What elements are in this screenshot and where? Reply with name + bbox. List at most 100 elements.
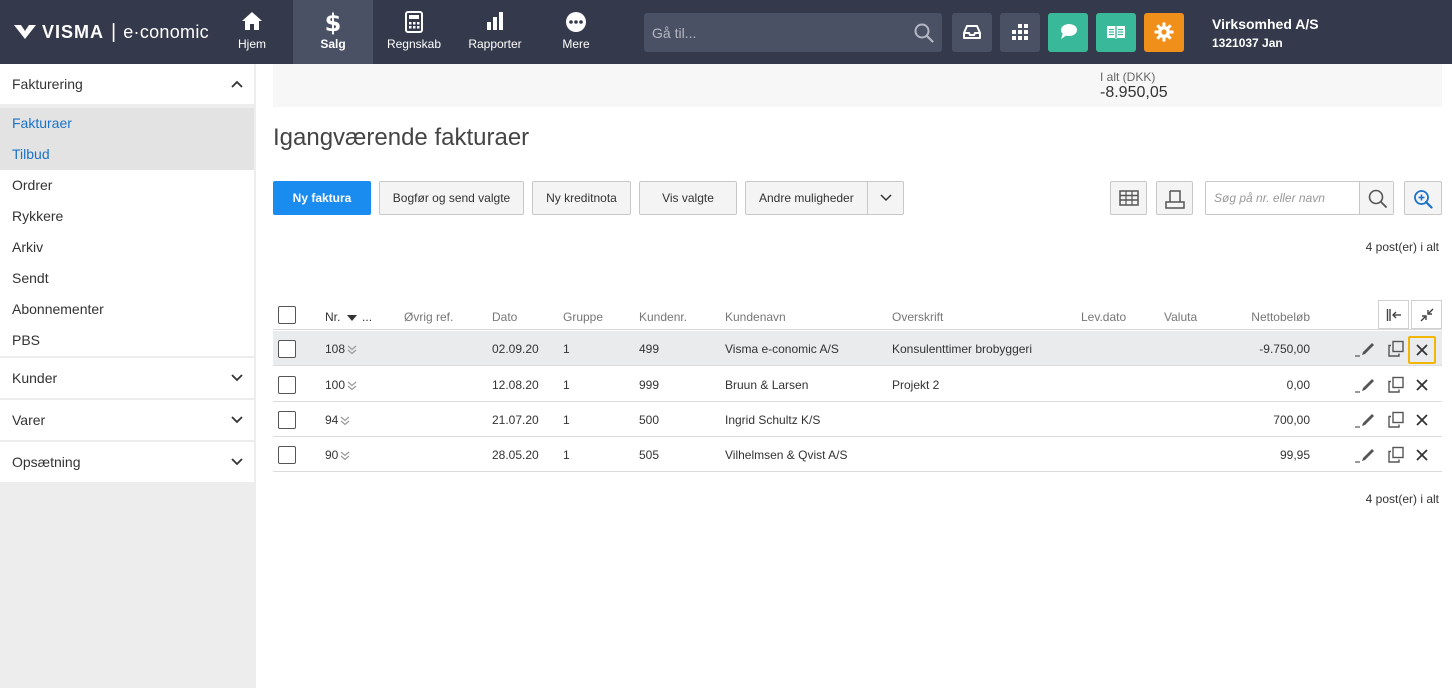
- cell-nr[interactable]: 94: [325, 413, 350, 427]
- expand-row-icon[interactable]: [347, 345, 357, 355]
- cell-nr[interactable]: 100: [325, 378, 357, 392]
- row-checkbox[interactable]: [278, 376, 296, 394]
- nav-item-regnskab[interactable]: Regnskab: [374, 0, 454, 64]
- nav-item-mere[interactable]: Mere: [536, 0, 616, 64]
- cell-group: 1: [563, 378, 570, 392]
- column-header-currency[interactable]: Valuta: [1164, 310, 1197, 324]
- settings-button[interactable]: [1144, 13, 1184, 52]
- copy-icon: [1388, 446, 1404, 463]
- copy-button[interactable]: [1387, 340, 1405, 358]
- print-button[interactable]: [1156, 181, 1193, 215]
- logo-separator: |: [111, 20, 117, 43]
- record-count-bottom: 4 post(er) i alt: [1365, 492, 1439, 506]
- cell-heading: Projekt 2: [892, 378, 940, 392]
- cell-nr[interactable]: 90: [325, 448, 350, 462]
- row-checkbox[interactable]: [278, 446, 296, 464]
- delete-button[interactable]: [1413, 411, 1431, 429]
- row-checkbox[interactable]: [278, 340, 296, 358]
- table-view-button[interactable]: [1110, 181, 1147, 215]
- visma-logo-icon: [14, 25, 36, 39]
- sidebar-item-rykkere[interactable]: Rykkere: [0, 201, 254, 232]
- print-icon: [1165, 190, 1185, 209]
- column-header-other-ref[interactable]: Øvrig ref.: [404, 310, 453, 324]
- cell-customer-no: 499: [639, 342, 660, 356]
- book-and-send-button[interactable]: Bogfør og send valgte: [379, 181, 524, 215]
- row-checkbox[interactable]: [278, 411, 296, 429]
- visma-logo[interactable]: VISMA | e·conomic: [14, 19, 209, 45]
- column-header-heading[interactable]: Overskrift: [892, 310, 943, 324]
- other-options-label: Andre muligheder: [759, 191, 854, 205]
- sidebar-item-abonnementer[interactable]: Abonnementer: [0, 294, 254, 325]
- user-info: 1321037 Jan: [1212, 36, 1283, 50]
- sidebar-section-opsaetning[interactable]: Opsætning: [0, 442, 254, 482]
- column-header-delivery-date[interactable]: Lev.dato: [1081, 310, 1126, 324]
- nav-item-rapporter[interactable]: Rapporter: [455, 0, 535, 64]
- cell-nr[interactable]: 108: [325, 342, 357, 356]
- copy-button[interactable]: [1387, 446, 1405, 464]
- sidebar-section-label: Fakturering: [12, 76, 83, 92]
- delete-button[interactable]: [1408, 336, 1436, 364]
- sidebar-section-varer[interactable]: Varer: [0, 400, 254, 440]
- select-all-checkbox[interactable]: [278, 306, 296, 324]
- sidebar-section-fakturering[interactable]: Fakturering: [0, 64, 254, 104]
- expand-row-icon[interactable]: [347, 381, 357, 391]
- book-icon: [1107, 26, 1125, 39]
- new-credit-note-button[interactable]: Ny kreditnota: [532, 181, 631, 215]
- column-header-net-amount[interactable]: Nettobeløb: [1251, 310, 1310, 324]
- search-icon[interactable]: [914, 23, 934, 46]
- show-selected-button[interactable]: Vis valgte: [639, 181, 737, 215]
- pin-columns-button[interactable]: [1378, 300, 1409, 329]
- chat-icon: [1061, 24, 1077, 39]
- column-header-date[interactable]: Dato: [492, 310, 517, 324]
- edit-button[interactable]: [1354, 446, 1374, 464]
- new-invoice-button[interactable]: Ny faktura: [273, 181, 371, 215]
- edit-button[interactable]: [1354, 411, 1374, 429]
- column-header-nr[interactable]: Nr. ...: [325, 310, 372, 324]
- company-switcher[interactable]: Virksomhed A/S 1321037 Jan: [1212, 16, 1319, 50]
- calculator-icon: [374, 11, 454, 33]
- table-row[interactable]: 108 02.09.20 1 499 Visma e-conomic A/S Konsul…: [273, 331, 1442, 366]
- chevron-down-icon: [231, 374, 243, 382]
- delete-button[interactable]: [1413, 376, 1431, 394]
- other-options-dropdown[interactable]: Andre muligheder: [745, 181, 904, 215]
- column-header-group[interactable]: Gruppe: [563, 310, 603, 324]
- table-row[interactable]: 100 12.08.20 1 999 Bruun & Larsen Projekt 2 0,…: [273, 367, 1442, 402]
- cell-customer-name: Vilhelmsen & Qvist A/S: [725, 448, 848, 462]
- nav-label: Hjem: [237, 37, 266, 51]
- table-row[interactable]: 94 21.07.20 1 500 Ingrid Schultz K/S 700,00: [273, 402, 1442, 437]
- sidebar-item-pbs[interactable]: PBS: [0, 325, 254, 356]
- expand-row-icon[interactable]: [340, 451, 350, 461]
- record-count-top: 4 post(er) i alt: [1365, 240, 1439, 254]
- cell-group: 1: [563, 342, 570, 356]
- expand-row-icon[interactable]: [340, 416, 350, 426]
- sidebar-item-ordrer[interactable]: Ordrer: [0, 170, 254, 201]
- column-header-customer-name[interactable]: Kundenavn: [725, 310, 786, 324]
- inbox-button[interactable]: [952, 13, 992, 52]
- sidebar-item-arkiv[interactable]: Arkiv: [0, 232, 254, 263]
- sidebar-section-kunder[interactable]: Kunder: [0, 358, 254, 398]
- global-search-input[interactable]: [644, 13, 904, 52]
- copy-button[interactable]: [1387, 411, 1405, 429]
- nav-item-salg[interactable]: $ Salg: [293, 0, 373, 64]
- advanced-search-button[interactable]: [1404, 181, 1442, 215]
- copy-button[interactable]: [1387, 376, 1405, 394]
- chat-button[interactable]: [1048, 13, 1088, 52]
- dollar-icon: $: [293, 9, 373, 37]
- nav-item-hjem[interactable]: Hjem: [212, 0, 292, 64]
- search-icon: [1368, 189, 1387, 208]
- sidebar-item-fakturaer[interactable]: Fakturaer: [0, 108, 254, 139]
- invoice-search-button[interactable]: [1359, 182, 1393, 214]
- invoice-search-input[interactable]: [1206, 182, 1358, 214]
- collapse-columns-button[interactable]: [1411, 300, 1442, 329]
- column-header-customer-no[interactable]: Kundenr.: [639, 310, 687, 324]
- sidebar-item-tilbud[interactable]: Tilbud: [0, 139, 254, 170]
- chevron-down-icon: [231, 416, 243, 424]
- apps-button[interactable]: [1000, 13, 1040, 52]
- help-book-button[interactable]: [1096, 13, 1136, 52]
- table-row[interactable]: 90 28.05.20 1 505 Vilhelmsen & Qvist A/S 99,9…: [273, 437, 1442, 472]
- other-options-toggle[interactable]: [867, 182, 903, 214]
- sidebar-item-sendt[interactable]: Sendt: [0, 263, 254, 294]
- edit-button[interactable]: [1354, 340, 1374, 358]
- delete-button[interactable]: [1413, 446, 1431, 464]
- edit-button[interactable]: [1354, 376, 1374, 394]
